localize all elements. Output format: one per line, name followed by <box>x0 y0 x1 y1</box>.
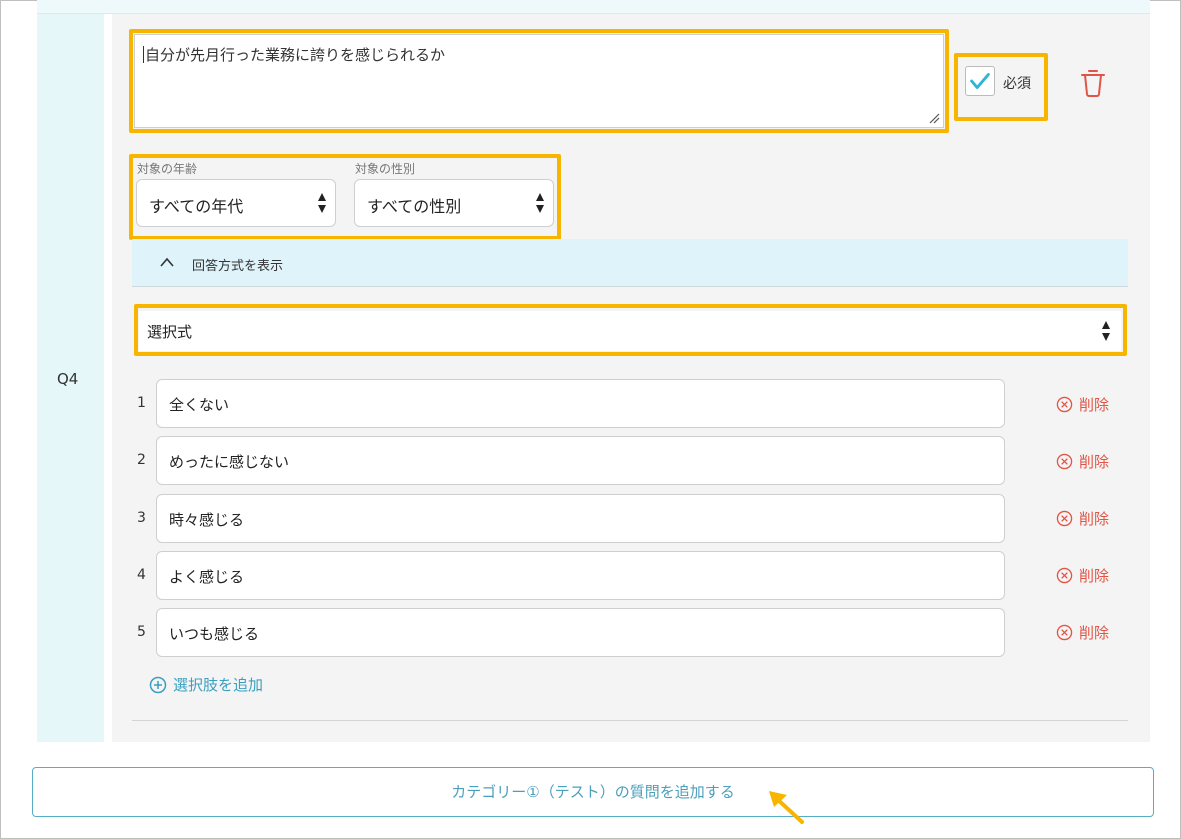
choice-number: 5 <box>137 624 146 640</box>
select-arrows-icon <box>1102 321 1110 341</box>
previous-question-bottom <box>37 0 1150 14</box>
choice-input[interactable]: いつも感じる <box>156 608 1005 657</box>
gender-filter-label: 対象の性別 <box>355 162 416 176</box>
choice-number: 1 <box>137 395 146 411</box>
choice-delete-label: 削除 <box>1079 509 1110 528</box>
choice-value: 全くない <box>169 396 230 414</box>
answer-type-value: 選択式 <box>147 323 193 341</box>
choice-number: 2 <box>137 452 146 468</box>
choice-input[interactable]: 時々感じる <box>156 494 1005 543</box>
choice-number: 3 <box>137 510 146 526</box>
choice-value: いつも感じる <box>169 625 260 643</box>
answer-type-select[interactable]: 選択式 <box>139 311 1121 351</box>
add-question-button[interactable]: カテゴリー①（テスト）の質問を追加する <box>32 767 1154 817</box>
close-circle-icon <box>1056 624 1073 640</box>
gender-filter-value: すべての性別 <box>367 197 462 216</box>
choice-input[interactable]: 全くない <box>156 379 1005 428</box>
add-question-label: カテゴリー①（テスト）の質問を追加する <box>451 783 735 801</box>
plus-circle-icon <box>149 676 167 693</box>
choice-delete-button[interactable]: 削除 <box>1056 508 1109 528</box>
close-circle-icon <box>1056 567 1073 583</box>
choice-delete-label: 削除 <box>1079 395 1110 414</box>
add-choice-button[interactable]: 選択肢を追加 <box>149 674 263 695</box>
choice-delete-label: 削除 <box>1079 566 1110 585</box>
choice-delete-button[interactable]: 削除 <box>1056 451 1109 471</box>
text-cursor <box>143 46 144 63</box>
gender-filter-select[interactable]: すべての性別 <box>354 179 554 227</box>
choice-delete-button[interactable]: 削除 <box>1056 394 1109 414</box>
close-circle-icon <box>1056 453 1073 469</box>
choice-number: 4 <box>137 567 146 583</box>
answer-method-toggle[interactable]: 回答方式を表示 <box>132 239 1128 287</box>
choice-delete-label: 削除 <box>1079 623 1110 642</box>
choice-delete-label: 削除 <box>1079 452 1110 471</box>
choice-value: 時々感じる <box>169 511 245 529</box>
add-choice-label: 選択肢を追加 <box>173 676 264 694</box>
required-checkbox[interactable] <box>965 66 995 96</box>
arrow-pointer-icon <box>769 791 804 824</box>
check-icon <box>970 73 990 89</box>
choice-value: よく感じる <box>169 568 245 586</box>
choice-input[interactable]: めったに感じない <box>156 436 1005 485</box>
answer-method-toggle-label: 回答方式を表示 <box>192 259 284 274</box>
resize-grip-icon[interactable] <box>928 112 940 124</box>
close-circle-icon <box>1056 510 1073 526</box>
close-circle-icon <box>1056 396 1073 412</box>
choice-value: めったに感じない <box>169 453 290 471</box>
question-number: Q4 <box>57 370 79 388</box>
choice-delete-button[interactable]: 削除 <box>1056 622 1109 642</box>
select-arrows-icon <box>318 193 326 213</box>
choice-input[interactable]: よく感じる <box>156 551 1005 600</box>
age-filter-label: 対象の年齢 <box>137 162 198 176</box>
question-text-input[interactable]: 自分が先月行った業務に誇りを感じられるか <box>134 34 944 128</box>
chevron-up-icon <box>160 257 174 267</box>
required-label: 必須 <box>1003 76 1031 92</box>
age-filter-value: すべての年代 <box>149 197 244 216</box>
choice-delete-button[interactable]: 削除 <box>1056 565 1109 585</box>
question-text-value: 自分が先月行った業務に誇りを感じられるか <box>145 46 446 64</box>
select-arrows-icon <box>536 193 544 213</box>
age-filter-select[interactable]: すべての年代 <box>136 179 336 227</box>
trash-icon[interactable] <box>1079 67 1107 99</box>
divider <box>132 720 1128 721</box>
